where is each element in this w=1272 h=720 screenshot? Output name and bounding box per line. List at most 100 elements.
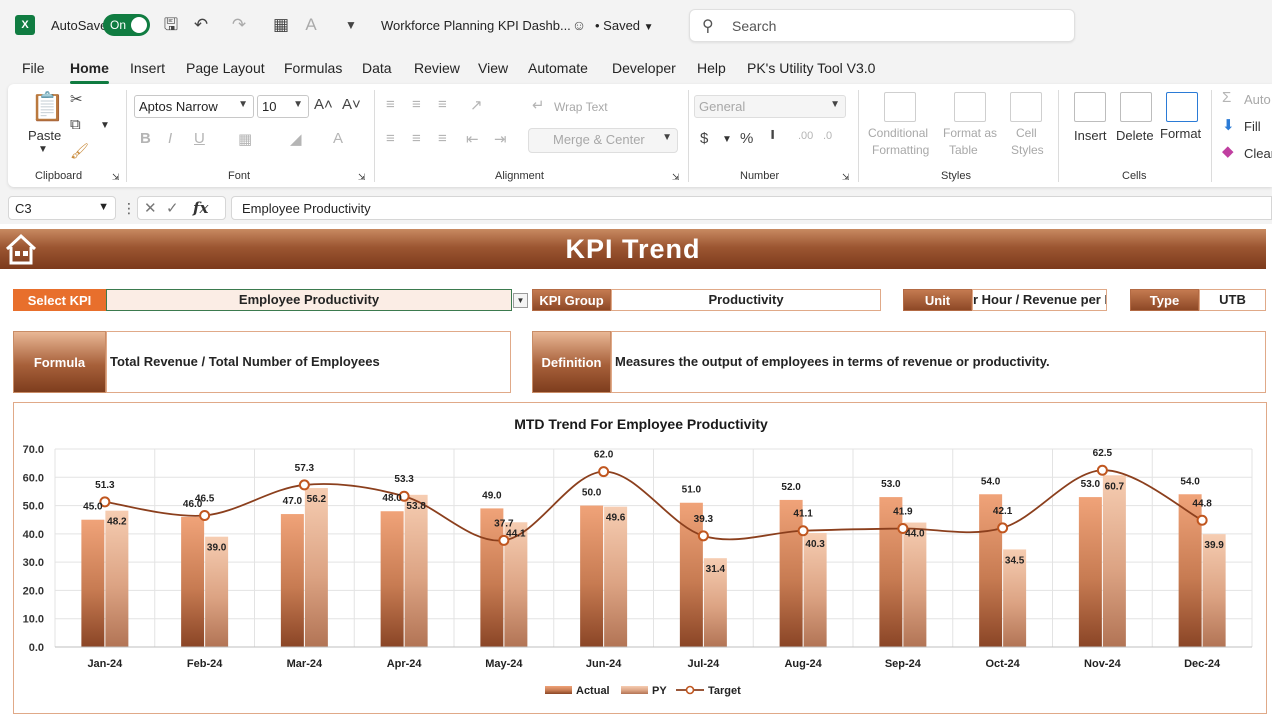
format-as-table-line1[interactable]: Format as xyxy=(943,126,997,140)
increase-font-icon[interactable]: A˄ xyxy=(314,96,333,113)
align-middle-icon[interactable]: ≡ xyxy=(412,96,421,113)
align-top-icon[interactable]: ≡ xyxy=(386,96,395,113)
kpi-trend-chart[interactable]: MTD Trend For Employee Productivity 0.0 1… xyxy=(13,402,1267,714)
bar-actual xyxy=(181,516,205,647)
number-launcher-icon[interactable]: ⇲ xyxy=(842,172,850,183)
cancel-icon[interactable]: ✕ xyxy=(144,199,157,217)
borders-icon[interactable]: ▦ xyxy=(238,130,252,148)
alignment-launcher-icon[interactable]: ⇲ xyxy=(672,172,680,183)
font-color-icon[interactable]: A xyxy=(333,130,343,147)
decrease-font-icon[interactable]: A˅ xyxy=(342,96,361,113)
select-kpi-cell[interactable]: Employee Productivity xyxy=(106,289,512,311)
tab-developer[interactable]: Developer xyxy=(612,60,676,76)
wrap-text-button[interactable]: Wrap Text xyxy=(554,100,608,114)
wrap-text-icon[interactable]: ↵ xyxy=(532,96,545,114)
more-options-icon[interactable]: ⋮ xyxy=(122,200,136,217)
format-button[interactable]: Format xyxy=(1160,126,1201,141)
data-label-actual: 45.0 xyxy=(83,502,103,513)
insert-function-icon[interactable]: fx xyxy=(193,199,208,217)
decrease-indent-icon[interactable]: ⇤ xyxy=(466,130,479,148)
tab-data[interactable]: Data xyxy=(362,60,392,76)
fill-color-icon[interactable]: ◢ xyxy=(290,130,302,148)
tab-page-layout[interactable]: Page Layout xyxy=(186,60,265,76)
autosum-icon[interactable]: Σ xyxy=(1222,89,1231,106)
cell-styles-line1[interactable]: Cell xyxy=(1016,126,1037,140)
insert-button[interactable]: Insert xyxy=(1074,128,1107,143)
delete-button[interactable]: Delete xyxy=(1116,128,1154,143)
underline-icon[interactable]: U xyxy=(194,130,205,147)
target-point xyxy=(298,479,310,491)
increase-indent-icon[interactable]: ⇥ xyxy=(494,130,507,148)
target-point xyxy=(697,530,709,542)
font-color-icon[interactable]: A xyxy=(300,14,322,36)
font-launcher-icon[interactable]: ⇲ xyxy=(358,172,366,183)
italic-icon[interactable]: I xyxy=(168,130,172,147)
redo-icon[interactable]: ↷ xyxy=(228,14,250,36)
borders-icon[interactable]: ▦ xyxy=(270,14,292,36)
tab-formulas[interactable]: Formulas xyxy=(284,60,342,76)
clear-icon[interactable]: ◆ xyxy=(1222,142,1234,160)
bold-icon[interactable]: B xyxy=(140,130,151,147)
data-label-target: 39.3 xyxy=(694,514,714,525)
tab-file[interactable]: File xyxy=(22,60,45,76)
increase-decimal-icon[interactable]: .00 xyxy=(798,130,813,142)
search-box[interactable]: ⚲ Search xyxy=(689,9,1075,42)
tab-home[interactable]: Home xyxy=(70,60,109,84)
save-icon[interactable]: 🖫 xyxy=(160,14,182,36)
kpi-dropdown-icon[interactable]: ▼ xyxy=(513,293,528,308)
merge-center-button[interactable]: Merge & Center ▼ xyxy=(528,128,678,153)
quick-access-more-icon[interactable]: ▼ xyxy=(340,14,362,36)
cell-styles-line2[interactable]: Styles xyxy=(1011,143,1044,157)
document-title[interactable]: Workforce Planning KPI Dashb... xyxy=(381,18,571,33)
currency-chevron-icon[interactable]: ▼ xyxy=(722,134,732,145)
tab-automate[interactable]: Automate xyxy=(528,60,588,76)
cut-icon[interactable]: ✂ xyxy=(70,90,83,108)
clipboard-launcher-icon[interactable]: ⇲ xyxy=(112,172,120,183)
paste-button[interactable]: Paste xyxy=(28,128,61,143)
font-name-select[interactable]: Aptos Narrow ▼ xyxy=(134,95,254,118)
autosum-button[interactable]: Auto xyxy=(1244,92,1271,107)
conditional-formatting-line1[interactable]: Conditional xyxy=(868,126,928,140)
decrease-decimal-icon[interactable]: .0 xyxy=(823,130,832,142)
format-painter-icon[interactable]: 🖌 xyxy=(70,142,89,160)
copy-icon[interactable]: ⧉ xyxy=(70,116,81,133)
align-bottom-icon[interactable]: ≡ xyxy=(438,96,447,113)
share-person-icon[interactable]: ☺ xyxy=(568,14,590,36)
confirm-icon[interactable]: ✓ xyxy=(166,199,179,217)
tab-pk-utility[interactable]: PK's Utility Tool V3.0 xyxy=(747,60,875,76)
tab-help[interactable]: Help xyxy=(697,60,726,76)
conditional-formatting-line2[interactable]: Formatting xyxy=(872,143,929,157)
name-box[interactable]: C3 ▼ xyxy=(8,196,116,220)
format-as-table-line2[interactable]: Table xyxy=(949,143,978,157)
copy-chevron-icon[interactable]: ▼ xyxy=(100,120,110,131)
data-label-actual: 54.0 xyxy=(1180,476,1200,487)
x-tick-label: Mar-24 xyxy=(287,658,323,670)
orientation-icon[interactable]: ↗ xyxy=(470,96,483,114)
currency-icon[interactable]: $ xyxy=(700,130,708,147)
clear-button[interactable]: Clear xyxy=(1244,146,1272,161)
paste-chevron-icon[interactable]: ▼ xyxy=(38,144,48,155)
saved-status[interactable]: • Saved ▼ xyxy=(595,18,654,33)
undo-icon[interactable]: ↶ xyxy=(190,14,212,36)
tab-view[interactable]: View xyxy=(478,60,508,76)
legend-target-marker xyxy=(685,685,695,695)
separator xyxy=(374,90,375,182)
menu-bar: File Home Insert Page Layout Formulas Da… xyxy=(0,52,1272,84)
font-size-select[interactable]: 10 ▼ xyxy=(257,95,309,118)
tab-insert[interactable]: Insert xyxy=(130,60,165,76)
align-center-icon[interactable]: ≡ xyxy=(412,130,421,147)
fill-icon[interactable]: ⬇ xyxy=(1222,116,1235,134)
number-format-select[interactable]: General ▼ xyxy=(694,95,846,118)
align-right-icon[interactable]: ≡ xyxy=(438,130,447,147)
autosave-toggle[interactable]: On xyxy=(103,14,150,36)
definition-label: Definition xyxy=(532,331,611,393)
tab-review[interactable]: Review xyxy=(414,60,460,76)
fill-button[interactable]: Fill xyxy=(1244,119,1261,134)
comma-style-icon[interactable]: ╹ xyxy=(768,130,777,148)
paste-icon[interactable]: 📋 xyxy=(30,90,65,123)
align-left-icon[interactable]: ≡ xyxy=(386,130,395,147)
data-label-actual: 53.0 xyxy=(881,479,901,490)
formula-input[interactable]: Employee Productivity xyxy=(231,196,1272,220)
kpi-trend-banner: KPI Trend xyxy=(0,229,1266,269)
percent-icon[interactable]: % xyxy=(740,130,753,147)
